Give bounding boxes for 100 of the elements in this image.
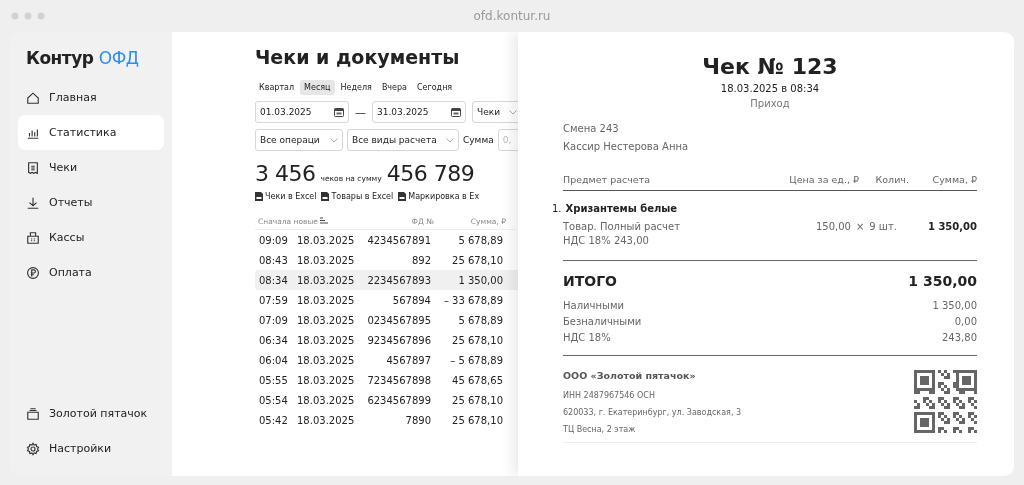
period-tab[interactable]: Неделя xyxy=(336,80,376,95)
sort-icon xyxy=(320,216,329,224)
spreadsheet-icon xyxy=(321,192,330,201)
home-icon xyxy=(26,90,40,105)
table-cell: 18.03.2025 xyxy=(297,394,355,406)
item-vat: НДС 18% 243,00 xyxy=(563,235,649,246)
table-cell: 05:55 xyxy=(259,374,288,386)
calculation-type-select[interactable]: Все виды расчета xyxy=(347,129,459,151)
table-row[interactable]: 06:04 18.03.2025 4567897 – 5 678,89 xyxy=(255,350,518,370)
receipt-type: Приход xyxy=(749,98,791,109)
organization-place: ТЦ Весна, 2 этаж xyxy=(563,425,637,434)
table-cell: – 33 678,89 xyxy=(443,294,503,306)
table-cell: 18.03.2025 xyxy=(297,294,355,306)
table-cell: 08:43 xyxy=(259,254,288,266)
sidebar-item[interactable]: Чеки xyxy=(18,150,164,185)
table-cell: 06:34 xyxy=(259,334,288,346)
period-tab[interactable]: Вчера xyxy=(377,80,411,95)
calendar-icon xyxy=(451,107,461,117)
period-tab[interactable]: Месяц xyxy=(300,80,335,95)
sidebar-item[interactable]: Статистика xyxy=(18,115,164,150)
table-cell: 07:09 xyxy=(259,314,288,326)
date-separator: — xyxy=(355,105,366,119)
logo[interactable]: Контур ОФД xyxy=(18,48,164,68)
ruble-icon xyxy=(26,265,40,280)
total-amount: 456 789 xyxy=(386,161,475,186)
column-header: Колич. xyxy=(875,174,909,185)
table-cell: 5 678,89 xyxy=(458,234,503,246)
total-label: ИТОГО xyxy=(563,273,617,289)
qr-code-icon xyxy=(914,370,977,433)
sum-label: Сумма xyxy=(463,135,494,145)
payment-value: 243,80 xyxy=(942,332,977,343)
table-cell: 567894 xyxy=(392,294,431,306)
sidebar-item[interactable]: Кассы xyxy=(18,220,164,255)
table-cell: 18.03.2025 xyxy=(297,254,355,266)
payment-label: Безналичными xyxy=(563,316,642,327)
table-cell: 6234567899 xyxy=(367,394,431,406)
receipt-title: Чек № 123 xyxy=(701,54,839,79)
table-cell: 18.03.2025 xyxy=(297,354,355,366)
table-row[interactable]: 05:55 18.03.2025 7234567898 45 678,65 xyxy=(255,370,518,390)
table-cell: 09:09 xyxy=(259,234,288,246)
receipt-count: 3 456 xyxy=(255,161,316,186)
table-cell: 05:42 xyxy=(259,414,288,426)
export-link[interactable]: Чеки в Excel xyxy=(255,192,317,201)
item-quantity: 9 шт. xyxy=(869,221,897,232)
table-cell: 18.03.2025 xyxy=(297,234,355,246)
sidebar-item[interactable]: Золотой пятачок xyxy=(18,396,164,431)
settings-icon xyxy=(26,441,40,456)
table-cell: 0234567895 xyxy=(367,314,431,326)
table-cell: 4567897 xyxy=(386,354,431,366)
table-row[interactable]: 09:09 18.03.2025 4234567891 5 678,89 xyxy=(255,230,518,250)
date-field[interactable]: 31.03.2025 xyxy=(372,101,466,123)
spreadsheet-icon xyxy=(255,192,263,201)
item-number: 1. xyxy=(552,203,562,214)
table-row[interactable]: 07:59 18.03.2025 567894 – 33 678,89 xyxy=(255,290,518,310)
download-icon xyxy=(26,195,40,210)
table-cell: 07:59 xyxy=(259,294,288,306)
organization-address: 620033, г. Екатеринбург, ул. Заводская, 3 xyxy=(563,408,742,417)
table-cell: 892 xyxy=(411,254,431,266)
payment-value: 0,00 xyxy=(954,316,977,327)
table-row[interactable]: 06:34 18.03.2025 9234567896 25 678,10 xyxy=(255,330,518,350)
payment-label: Наличными xyxy=(563,300,624,311)
item-price: 150,00 xyxy=(815,221,851,232)
table-cell: 45 678,65 xyxy=(452,374,503,386)
table-cell: 1 350,00 xyxy=(458,274,503,286)
period-tab[interactable]: Сегодня xyxy=(413,80,457,95)
total-value: 1 350,00 xyxy=(908,273,977,289)
table-row[interactable]: 05:54 18.03.2025 6234567899 25 678,10 xyxy=(255,390,518,410)
sidebar-item[interactable]: Отчеты xyxy=(18,185,164,220)
table-cell: 05:54 xyxy=(259,394,288,406)
table-row[interactable]: 08:34 18.03.2025 2234567893 1 350,00 xyxy=(255,270,518,290)
table-cell: 18.03.2025 xyxy=(297,374,355,386)
table-cell: 18.03.2025 xyxy=(297,334,355,346)
calendar-icon xyxy=(334,107,344,117)
sidebar-item[interactable]: Главная xyxy=(18,80,164,115)
organization-name: ООО «Золотой пятачок» xyxy=(563,370,697,381)
table-cell: 25 678,10 xyxy=(452,394,503,406)
chevron-down-icon xyxy=(446,137,454,143)
date-field[interactable]: 01.03.2025 xyxy=(255,101,349,123)
table-row[interactable]: 05:42 18.03.2025 7890 25 678,10 xyxy=(255,410,518,430)
table-cell: 5 678,89 xyxy=(458,314,503,326)
receipt-icon xyxy=(26,160,40,175)
table-row[interactable]: 08:43 18.03.2025 892 25 678,10 xyxy=(255,250,518,270)
receipt-datetime: 18.03.2025 в 08:34 xyxy=(719,83,821,94)
spreadsheet-icon xyxy=(398,192,407,201)
chevron-down-icon xyxy=(330,137,338,143)
organization-inn: ИНН 2487967546 ОСН xyxy=(563,391,656,400)
column-header: Сумма, ₽ xyxy=(932,174,977,185)
table-cell: 25 678,10 xyxy=(452,414,503,426)
chevron-down-icon xyxy=(509,109,517,115)
sidebar-item[interactable]: Оплата xyxy=(18,255,164,290)
export-link[interactable]: Товары в Excel xyxy=(321,192,394,201)
payment-label: НДС 18% xyxy=(563,332,611,343)
period-tab[interactable]: Квартал xyxy=(255,80,299,95)
multiply-sign: × xyxy=(855,221,865,232)
export-link[interactable]: Маркировка в Ex xyxy=(398,192,480,201)
shift-number: Смена 243 xyxy=(563,123,620,134)
sidebar-item[interactable]: Настройки xyxy=(18,431,164,466)
operations-select[interactable]: Все операци xyxy=(255,129,343,151)
table-row[interactable]: 07:09 18.03.2025 0234567895 5 678,89 xyxy=(255,310,518,330)
table-cell: 25 678,10 xyxy=(452,334,503,346)
